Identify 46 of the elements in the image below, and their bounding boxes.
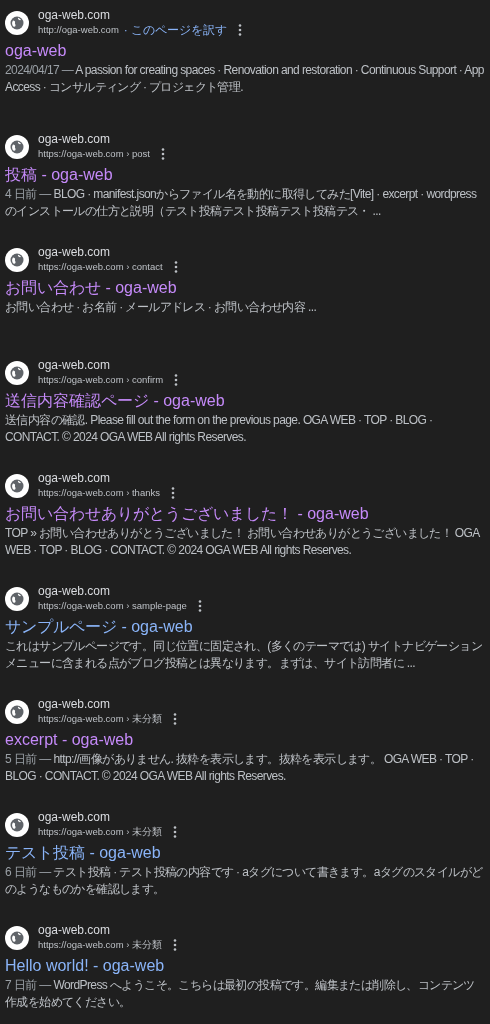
site-name: oga-web.com <box>38 923 112 938</box>
translate-link[interactable]: · このページを訳す <box>123 23 228 37</box>
result-title-link[interactable]: 投稿 - oga-web <box>5 164 113 186</box>
site-name: oga-web.com <box>38 358 112 373</box>
result-title-link[interactable]: oga-web <box>5 40 67 62</box>
result-title-link[interactable]: 送信内容確認ページ - oga-web <box>5 390 225 412</box>
result-snippet: 送信内容の確認. Please fill out the form on the previous page. OGA WEB · TOP · BLOG · CONTACT. © 2024 OGA WEB All rights Reserves. <box>5 412 434 446</box>
more-options-icon[interactable] <box>238 24 243 36</box>
more-options-icon[interactable] <box>160 148 165 160</box>
result-snippet: 2024/04/17 — A passion for creating spaces · Renovation and restoration · Continuous Support · App Access · コンサルティング · プロジェクト管理. <box>5 62 485 96</box>
result-title-link[interactable]: サンプルページ - oga-web <box>5 616 193 638</box>
more-options-icon[interactable] <box>171 487 175 499</box>
site-name: oga-web.com <box>38 584 112 599</box>
site-name: oga-web.com <box>38 810 112 825</box>
result-url: https://oga-web.com › 未分類 <box>38 712 162 726</box>
site-name: oga-web.com <box>38 245 112 260</box>
site-name: oga-web.com <box>38 471 112 486</box>
result-snippet: 4 日前 — BLOG · manifest.jsonからファイル名を動的に取得してみた[Vite] · excerpt · wordpressのインストールの仕方と説明（テスト投稿テスト投稿テスト投稿テス・ ... <box>5 186 478 220</box>
more-options-icon[interactable] <box>173 826 177 838</box>
result-url: https://oga-web.com › thanks <box>38 486 160 500</box>
result-url: https://oga-web.com › sample-page <box>38 599 187 613</box>
result-url: https://oga-web.com › 未分類 <box>38 938 162 952</box>
more-options-icon[interactable] <box>173 713 177 725</box>
more-options-icon[interactable] <box>173 939 177 951</box>
site-name: oga-web.com <box>38 132 112 147</box>
result-title-link[interactable]: お問い合わせありがとうございました！ - oga-web <box>5 503 369 525</box>
result-title-link[interactable]: Hello world! - oga-web <box>5 955 165 977</box>
result-snippet: これはサンプルページです。同じ位置に固定され、(多くのテーマでは) サイトナビゲーションメニューに含まれる点がブログ投稿とは異なります。まずは、サイト訪問者に ... <box>5 638 483 672</box>
more-options-icon[interactable] <box>197 600 202 612</box>
result-url: https://oga-web.com › post <box>38 147 150 161</box>
site-name: oga-web.com <box>38 8 112 23</box>
more-options-icon[interactable] <box>173 261 178 273</box>
result-title-link[interactable]: お問い合わせ - oga-web <box>5 277 177 299</box>
result-snippet: 6 日前 — テスト投稿 · テスト投稿の内容です · aタグについて書きます。aタグのスタイルがどのようなものかを確認します。 <box>5 864 484 898</box>
result-url: https://oga-web.com › contact <box>38 260 163 274</box>
result-snippet: 5 日前 — http://画像がありません. 抜粋を表示します。抜粋を表示します。 OGA WEB · TOP · BLOG · CONTACT. © 2024 OGA WEB All rights Reserves. <box>5 751 475 785</box>
result-url: https://oga-web.com › 未分類 <box>38 825 162 839</box>
result-snippet: 7 日前 — WordPress へようこそ。こちらは最初の投稿です。編集または削除し、コンテンツ作成を始めてください。 <box>5 977 476 1011</box>
site-name: oga-web.com <box>38 697 112 712</box>
result-snippet: TOP » お問い合わせありがとうございました！ お問い合わせありがとうございました！ OGA WEB · TOP · BLOG · CONTACT. © 2024 OGA WEB All rights Reserves. <box>5 525 481 559</box>
more-options-icon[interactable] <box>174 374 179 386</box>
result-title-link[interactable]: excerpt - oga-web <box>5 729 134 751</box>
result-url: https://oga-web.com › confirm <box>38 373 164 387</box>
result-snippet: お問い合わせ · お名前 · メールアドレス · お問い合わせ内容 ... <box>5 299 318 316</box>
result-url: http://oga-web.com <box>38 23 119 37</box>
result-title-link[interactable]: テスト投稿 - oga-web <box>5 842 161 864</box>
